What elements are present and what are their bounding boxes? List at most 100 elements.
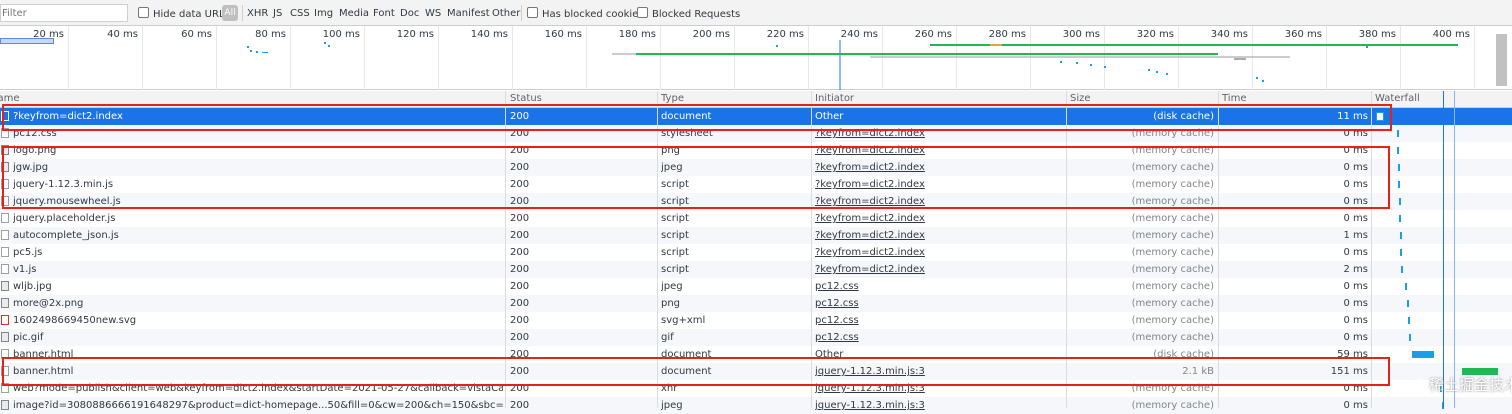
checkbox-icon <box>138 7 149 18</box>
waterfall-bar <box>1409 334 1411 341</box>
waterfall-bar <box>1398 181 1400 188</box>
image-icon <box>1 400 9 410</box>
request-status: 200 <box>510 281 530 292</box>
checkbox-icon <box>637 7 648 18</box>
toolbar-divider <box>521 5 522 21</box>
overview-dot <box>250 50 252 52</box>
column-header-waterfall[interactable]: Waterfall <box>1375 93 1420 104</box>
request-name: 1602498669450new.svg <box>13 315 137 326</box>
request-status: 200 <box>510 264 530 275</box>
column-header-time[interactable]: Time <box>1222 93 1246 104</box>
filter-type-img[interactable]: Img <box>314 7 333 21</box>
filter-type-manifest[interactable]: Manifest <box>447 7 490 21</box>
request-row[interactable]: more@2x.png 200 png pc12.css (memory cache) 0… <box>0 295 1512 312</box>
overview-dot <box>256 51 258 53</box>
filter-all-button[interactable]: All <box>222 5 238 21</box>
request-size: (memory cache) <box>1131 213 1214 224</box>
waterfall-bar <box>1397 130 1399 137</box>
overview-scrollbar-thumb[interactable] <box>1496 34 1507 86</box>
request-row[interactable]: 1602498669450new.svg 200 svg+xml pc12.css (m… <box>0 312 1512 329</box>
waterfall-bar <box>1397 147 1399 154</box>
network-filter-toolbar: Hide data URLs All XHR JS CSS Img Media … <box>0 0 1512 26</box>
filter-type-doc[interactable]: Doc <box>400 7 419 21</box>
overview-dot <box>1256 77 1258 79</box>
request-name: pc5.js <box>13 247 43 258</box>
overview-timeline[interactable]: 20 ms 40 ms 60 ms 80 ms 100 ms 120 ms 140 ms 16… <box>0 26 1512 90</box>
request-time: 0 ms <box>1343 298 1369 309</box>
request-row[interactable]: autocomplete_json.js 200 script ?keyfrom=di… <box>0 227 1512 244</box>
hide-data-urls-checkbox[interactable]: Hide data URLs <box>138 7 230 21</box>
request-size: (memory cache) <box>1131 298 1214 309</box>
overview-dot <box>1090 64 1092 66</box>
request-size: (memory cache) <box>1131 315 1214 326</box>
request-row[interactable]: v1.js 200 script ?keyfrom=dict2.index (memor… <box>0 261 1512 278</box>
request-status: 200 <box>510 315 530 326</box>
filter-type-media[interactable]: Media <box>339 7 369 21</box>
overview-dot <box>328 45 330 47</box>
request-initiator[interactable]: pc12.css <box>815 280 1060 294</box>
request-row[interactable]: image?id=3080886666191648297&product=dic… <box>0 397 1512 414</box>
request-type: svg+xml <box>661 315 706 326</box>
waterfall-bar <box>1412 351 1434 358</box>
overview-dot <box>1166 73 1168 75</box>
document-icon <box>1 264 9 274</box>
filter-type-font[interactable]: Font <box>373 7 395 21</box>
column-header-size[interactable]: Size <box>1070 93 1091 104</box>
request-time: 0 ms <box>1343 247 1369 258</box>
column-header-initiator[interactable]: Initiator <box>815 93 854 104</box>
document-icon <box>1 247 9 257</box>
overview-dot <box>247 46 249 48</box>
request-time: 0 ms <box>1343 400 1369 411</box>
request-row[interactable]: pic.gif 200 gif pc12.css (memory cache) 0 ms <box>0 329 1512 346</box>
request-row[interactable]: wljb.jpg 200 jpeg pc12.css (memory cache) 0 m… <box>0 278 1512 295</box>
request-type: script <box>661 213 689 224</box>
request-initiator[interactable]: ?keyfrom=dict2.index <box>815 263 1060 277</box>
juejin-logo-icon <box>1413 378 1425 391</box>
filter-type-xhr[interactable]: XHR <box>247 7 268 21</box>
request-size: (memory cache) <box>1131 281 1214 292</box>
request-initiator[interactable]: pc12.css <box>815 314 1060 328</box>
request-status: 200 <box>510 298 530 309</box>
column-header-type[interactable]: Type <box>661 93 684 104</box>
request-initiator[interactable]: ?keyfrom=dict2.index <box>815 229 1060 243</box>
filter-type-ws[interactable]: WS <box>425 7 441 21</box>
request-size: (memory cache) <box>1131 400 1214 411</box>
waterfall-bar <box>1405 283 1407 290</box>
has-blocked-cookies-checkbox[interactable]: Has blocked cookies <box>527 7 644 21</box>
waterfall-bar <box>1399 198 1401 205</box>
filter-type-other[interactable]: Other <box>492 7 520 21</box>
filter-input[interactable] <box>0 4 128 22</box>
request-name: autocomplete_json.js <box>13 230 119 241</box>
request-time: 0 ms <box>1343 213 1369 224</box>
request-row[interactable]: pc5.js 200 script ?keyfrom=dict2.index (memo… <box>0 244 1512 261</box>
request-initiator[interactable]: jquery-1.12.3.min.js:3 <box>815 399 1060 413</box>
image-icon <box>1 281 9 291</box>
filter-type-css[interactable]: CSS <box>290 7 310 21</box>
request-name: v1.js <box>13 264 37 275</box>
request-row[interactable]: jquery.placeholder.js 200 script ?keyfrom=d… <box>0 210 1512 227</box>
waterfall-bar <box>1398 164 1400 171</box>
overview-dot <box>776 45 778 47</box>
request-status: 200 <box>510 400 530 411</box>
image-icon <box>1 298 9 308</box>
overview-dot <box>262 52 268 53</box>
svg-icon <box>1 315 9 325</box>
watermark: 稀土掘金技术社区 <box>1412 374 1512 395</box>
request-type: script <box>661 230 689 241</box>
request-initiator[interactable]: ?keyfrom=dict2.index <box>815 212 1060 226</box>
overview-dot <box>1076 62 1078 64</box>
waterfall-dom-content-loaded-line <box>1443 91 1444 408</box>
overview-dot <box>1262 80 1264 82</box>
request-name: wljb.jpg <box>13 281 52 292</box>
request-type: script <box>661 247 689 258</box>
request-time: 0 ms <box>1343 315 1369 326</box>
blocked-requests-checkbox[interactable]: Blocked Requests <box>637 7 740 21</box>
request-type: jpeg <box>661 281 683 292</box>
request-initiator[interactable]: ?keyfrom=dict2.index <box>815 246 1060 260</box>
highlight-box <box>2 104 1392 131</box>
column-header-status[interactable]: Status <box>510 93 542 104</box>
column-header-name[interactable]: Name <box>0 93 20 104</box>
request-initiator[interactable]: pc12.css <box>815 297 1060 311</box>
filter-type-js[interactable]: JS <box>273 7 282 21</box>
request-initiator[interactable]: pc12.css <box>815 331 1060 345</box>
